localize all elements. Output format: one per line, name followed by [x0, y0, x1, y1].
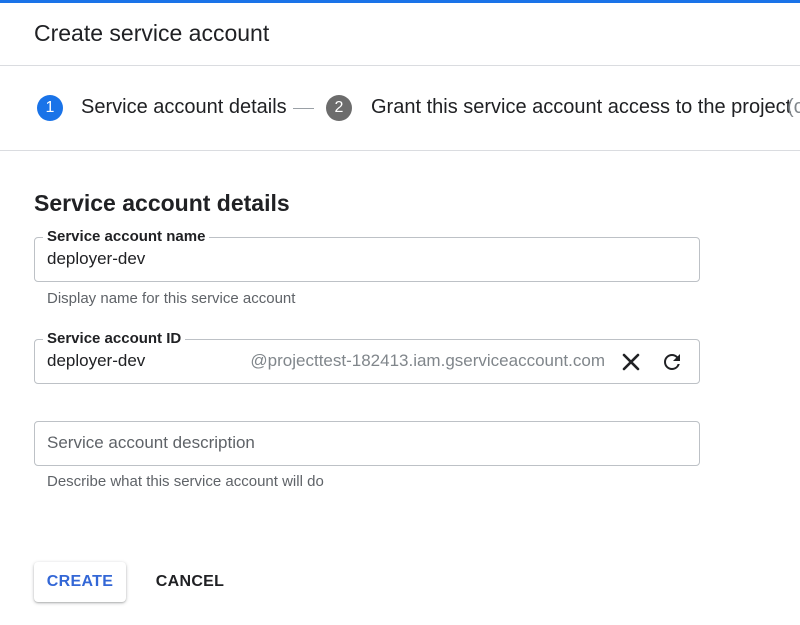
- service-account-name-input[interactable]: [47, 247, 647, 271]
- service-account-id-suffix: @projecttest-182413.iam.gserviceaccount.…: [250, 351, 605, 370]
- step-connector: [293, 108, 314, 109]
- stepper: 1 Service account details 2 Grant this s…: [0, 66, 800, 151]
- service-account-description-hint: Describe what this service account will …: [47, 473, 324, 490]
- service-account-id-input[interactable]: [47, 349, 237, 373]
- refresh-icon[interactable]: [660, 350, 684, 374]
- section-title: Service account details: [34, 190, 290, 216]
- service-account-id-label: Service account ID: [43, 329, 186, 349]
- cancel-button[interactable]: CANCEL: [148, 562, 232, 602]
- step-2-optional-text: (c: [787, 96, 800, 118]
- service-account-description-input[interactable]: [47, 431, 647, 455]
- close-icon[interactable]: [619, 350, 643, 374]
- service-account-description-field: [34, 421, 700, 466]
- service-account-name-hint: Display name for this service account: [47, 290, 296, 307]
- service-account-name-field: Service account name: [34, 227, 700, 282]
- step-2-label[interactable]: Grant this service account access to the…: [371, 96, 791, 119]
- create-button[interactable]: CREATE: [34, 562, 126, 602]
- page-title: Create service account: [34, 20, 270, 46]
- service-account-id-field: Service account ID @projecttest-182413.i…: [34, 329, 700, 384]
- step-1-label[interactable]: Service account details: [81, 96, 287, 119]
- step-1-number: 1: [37, 95, 63, 121]
- service-account-name-label: Service account name: [43, 227, 210, 247]
- page-header: Create service account: [0, 3, 800, 66]
- step-2-number: 2: [326, 95, 352, 121]
